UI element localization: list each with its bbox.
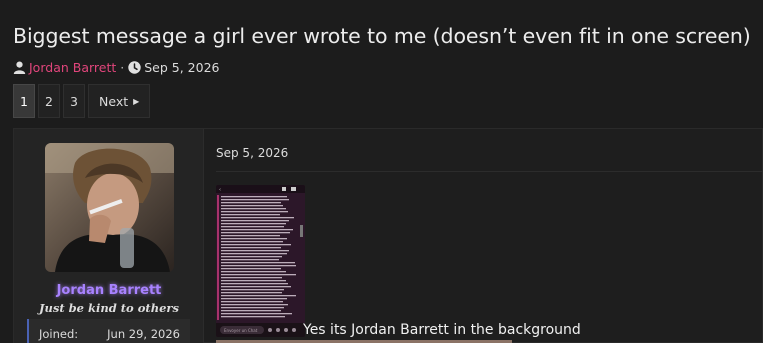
thread-date[interactable]: Sep 5, 2026: [144, 60, 219, 75]
user-sidebar: Jordan Barrett Just be kind to others Jo…: [14, 129, 204, 343]
message-screenshot-image[interactable]: ‹ Envoyer un Chat: [216, 185, 305, 337]
thread-meta: Jordan Barrett · Sep 5, 2026: [13, 58, 220, 76]
joined-value: Jun 29, 2026: [107, 327, 180, 341]
user-icon: [13, 61, 26, 74]
next-page-button[interactable]: Next ▶: [88, 84, 151, 118]
user-joined-row: Joined: Jun 29, 2026: [27, 319, 190, 343]
user-title: Just be kind to others: [39, 301, 179, 315]
caret-right-icon: ▶: [133, 96, 140, 106]
page-1-button[interactable]: 1: [13, 84, 35, 118]
svg-text:‹: ‹: [219, 187, 221, 193]
post: Jordan Barrett Just be kind to others Jo…: [13, 128, 763, 343]
post-date[interactable]: Sep 5, 2026: [216, 146, 288, 160]
joined-label: Joined:: [39, 327, 79, 341]
meta-separator: ·: [120, 59, 125, 75]
post-caption: Yes its Jordan Barrett in the background: [303, 322, 581, 338]
post-divider: [216, 171, 763, 172]
avatar[interactable]: [45, 143, 174, 272]
next-page-label: Next: [99, 93, 129, 109]
thread-author-link[interactable]: Jordan Barrett: [29, 60, 116, 75]
clock-icon: [128, 60, 141, 74]
chat-placeholder: Envoyer un Chat: [224, 328, 258, 333]
pagination: 1 2 3 Next ▶: [13, 84, 151, 118]
page-3-button[interactable]: 3: [63, 84, 85, 118]
page-2-button[interactable]: 2: [38, 84, 60, 118]
username[interactable]: Jordan Barrett: [14, 283, 204, 298]
thread-title: Biggest message a girl ever wrote to me …: [13, 24, 751, 48]
